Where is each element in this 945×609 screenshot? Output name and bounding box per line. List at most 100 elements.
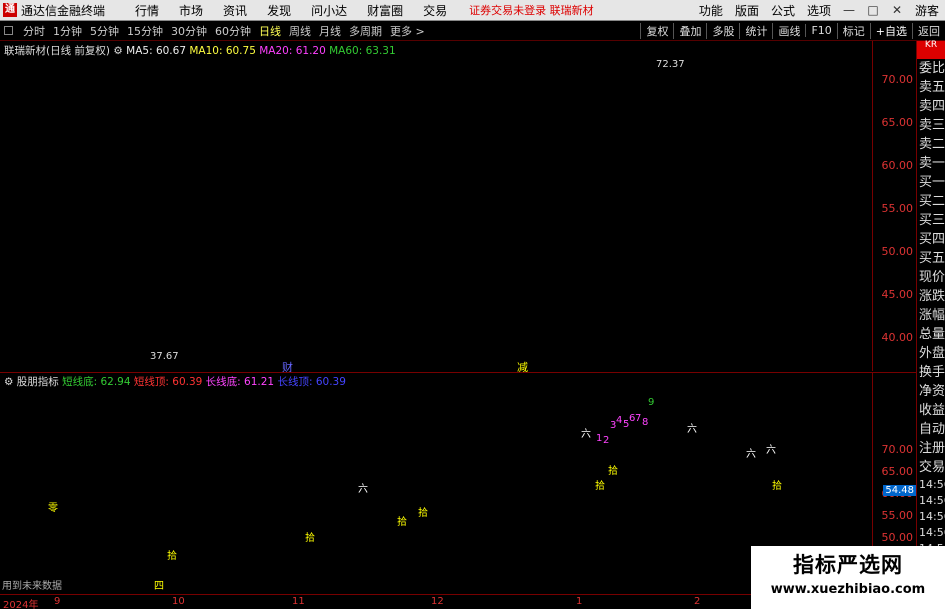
- ma5-value: MA5: 60.67: [126, 45, 186, 57]
- menu-function[interactable]: 功能: [693, 2, 729, 19]
- side-panel-item: 涨幅: [919, 308, 945, 323]
- period-monthly[interactable]: 月线: [315, 23, 345, 39]
- side-panel-item: 外盘: [919, 346, 945, 361]
- tool-adjust[interactable]: 复权: [640, 22, 673, 39]
- signal-label: 六: [358, 484, 368, 495]
- signal-label: 零: [48, 503, 58, 514]
- menu-options[interactable]: 选项: [801, 2, 837, 19]
- quote-side-panel: KR 委比 卖五 卖四 卖三 卖二 卖一 买一 买二 买三 买四 买五 现价 涨跌 涨幅 总量 外盘 换手 净资收…: [916, 41, 945, 609]
- tool-back[interactable]: 返回: [912, 22, 945, 39]
- tool-mark[interactable]: 标记: [836, 22, 870, 39]
- signal-label: 拾: [595, 481, 605, 492]
- menu-discover[interactable]: 发现: [257, 2, 301, 19]
- signal-label: 8: [642, 417, 649, 428]
- indicator-tick: 65.00: [881, 465, 914, 478]
- period-daily[interactable]: 日线: [255, 23, 285, 39]
- signal-label: 拾: [772, 481, 782, 492]
- settings-icon[interactable]: ⚙: [113, 45, 122, 57]
- menu-news[interactable]: 资讯: [213, 2, 257, 19]
- period-15min[interactable]: 15分钟: [123, 23, 167, 39]
- signal-label: 7: [635, 413, 642, 424]
- indicator-tick: 70.00: [881, 443, 914, 456]
- kline-chart[interactable]: 联瑞新材(日线 前复权) ⚙ MA5: 60.67 MA10: 60.75 MA…: [0, 41, 916, 374]
- date-tick: 11: [292, 596, 305, 607]
- signal-label: 六: [766, 445, 776, 456]
- long-top-value: 长线顶: 60.39: [277, 376, 346, 388]
- period-multi[interactable]: 多周期: [345, 23, 386, 39]
- side-panel-time: 14:56: [919, 494, 945, 507]
- maximize-button[interactable]: □: [861, 3, 885, 17]
- price-tick: 50.00: [881, 245, 914, 258]
- indicator-tick: 55.00: [881, 509, 914, 522]
- menu-layout[interactable]: 版面: [729, 2, 765, 19]
- minimize-button[interactable]: —: [837, 3, 861, 17]
- side-panel-item: 卖四: [919, 99, 945, 114]
- side-panel-item: 自动: [919, 422, 945, 437]
- side-panel-item: 买四: [919, 232, 945, 247]
- side-panel-item: 现价: [919, 270, 945, 285]
- period-5min[interactable]: 5分钟: [86, 23, 123, 39]
- guest-label[interactable]: 游客: [909, 2, 945, 19]
- stock-title[interactable]: 联瑞新材(日线 前复权): [4, 45, 110, 57]
- price-tick: 60.00: [881, 159, 914, 172]
- side-panel-item: 交易: [919, 460, 945, 475]
- side-panel-time: 14:56: [919, 526, 945, 539]
- panel-toggle-icon[interactable]: [4, 26, 13, 35]
- signal-label: 2: [603, 435, 610, 446]
- tool-draw[interactable]: 画线: [772, 22, 805, 39]
- price-tick: 40.00: [881, 331, 914, 344]
- signal-label: 1: [596, 433, 603, 444]
- signal-label: 9: [648, 397, 655, 408]
- short-bottom-value: 短线底: 62.94: [62, 376, 131, 388]
- menu-quotes[interactable]: 行情: [125, 2, 169, 19]
- tool-overlay[interactable]: 叠加: [673, 22, 706, 39]
- date-tick: 9: [54, 596, 61, 607]
- watermark-title: 指标严选网: [793, 553, 903, 577]
- side-panel-item: 买五: [919, 251, 945, 266]
- side-panel-item: 注册: [919, 441, 945, 456]
- signal-label: 六: [746, 449, 756, 460]
- settings-icon[interactable]: ⚙: [4, 376, 13, 388]
- date-tick: 1: [576, 596, 583, 607]
- candle-area[interactable]: [0, 41, 872, 371]
- menu-trade[interactable]: 交易: [413, 2, 457, 19]
- login-warning[interactable]: 证券交易未登录 联瑞新材: [469, 2, 594, 18]
- indicator-legend: ⚙ 股朋指标 短线底: 62.94 短线顶: 60.39 长线底: 61.21 …: [4, 374, 346, 389]
- period-weekly[interactable]: 周线: [285, 23, 315, 39]
- tool-add-watchlist[interactable]: +自选: [869, 22, 912, 39]
- signal-label: 六: [687, 424, 697, 435]
- ma60-value: MA60: 63.31: [329, 45, 396, 57]
- tool-multi-stock[interactable]: 多股: [706, 22, 739, 39]
- menu-ask[interactable]: 问小达: [301, 2, 357, 19]
- date-tick: 12: [431, 596, 444, 607]
- period-60min[interactable]: 60分钟: [211, 23, 255, 39]
- tool-f10[interactable]: F10: [805, 24, 836, 37]
- side-panel-item: 买一: [919, 175, 945, 190]
- signal-label: 拾: [167, 551, 177, 562]
- date-tick: 10: [172, 596, 185, 607]
- tool-stats[interactable]: 统计: [739, 22, 772, 39]
- side-panel-item: 买二: [919, 194, 945, 209]
- high-price-label: 72.37: [656, 59, 685, 70]
- side-panel-head[interactable]: KR: [917, 41, 945, 59]
- menu-formula[interactable]: 公式: [765, 2, 801, 19]
- ma20-value: MA20: 61.20: [259, 45, 326, 57]
- menu-bar: 通 通达信金融终端 行情 市场 资讯 发现 问小达 财富圈 交易 证券交易未登录…: [0, 0, 945, 21]
- price-tick: 70.00: [881, 73, 914, 86]
- side-panel-item: 净资: [919, 384, 945, 399]
- app-logo-icon: 通: [3, 3, 17, 17]
- indicator-name[interactable]: 股朋指标: [17, 376, 59, 388]
- period-1min[interactable]: 1分钟: [49, 23, 86, 39]
- indicator-tick: 50.00: [881, 531, 914, 544]
- period-30min[interactable]: 30分钟: [167, 23, 211, 39]
- signal-label: 拾: [608, 466, 618, 477]
- period-more[interactable]: 更多 >: [386, 23, 429, 39]
- menu-market[interactable]: 市场: [169, 2, 213, 19]
- long-bottom-value: 长线底: 61.21: [205, 376, 275, 388]
- period-toolbar: 分时 1分钟 5分钟 15分钟 30分钟 60分钟 日线 周线 月线 多周期 更…: [0, 21, 945, 41]
- menu-wealth[interactable]: 财富圈: [357, 2, 413, 19]
- close-button[interactable]: ✕: [885, 3, 909, 17]
- period-intraday[interactable]: 分时: [19, 23, 49, 39]
- ma-legend: 联瑞新材(日线 前复权) ⚙ MA5: 60.67 MA10: 60.75 MA…: [4, 43, 396, 58]
- side-panel-time: 14:56: [919, 510, 945, 523]
